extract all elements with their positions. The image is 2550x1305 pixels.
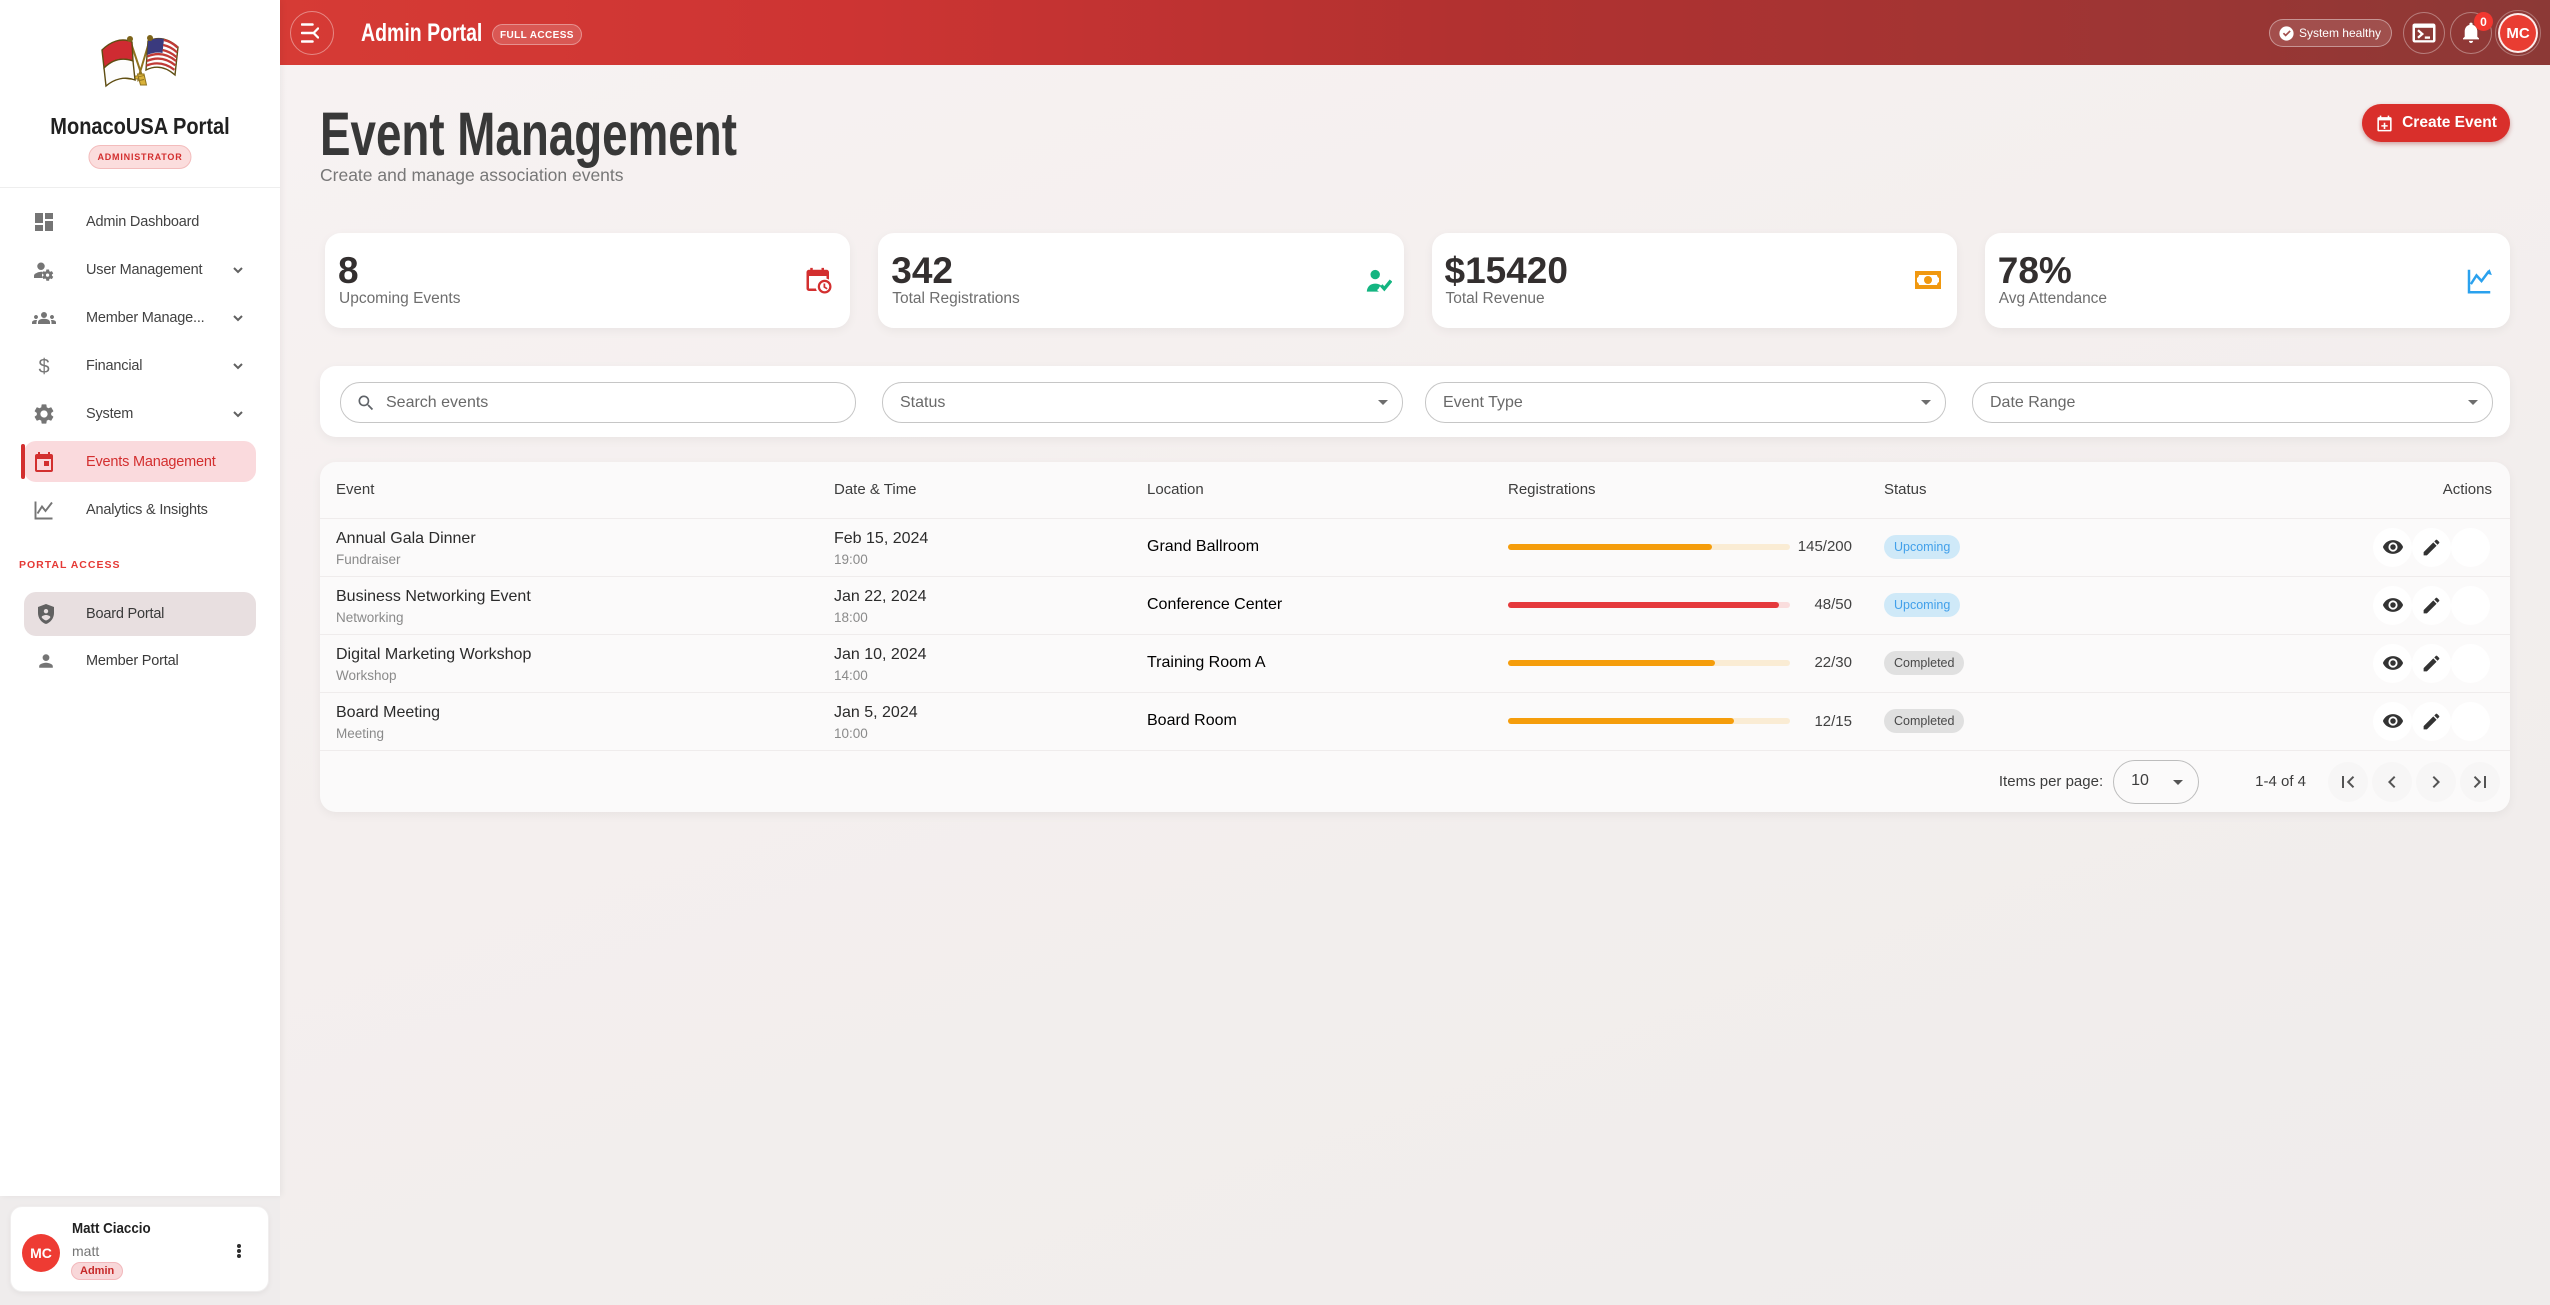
svg-text:$: $ [38, 356, 49, 378]
